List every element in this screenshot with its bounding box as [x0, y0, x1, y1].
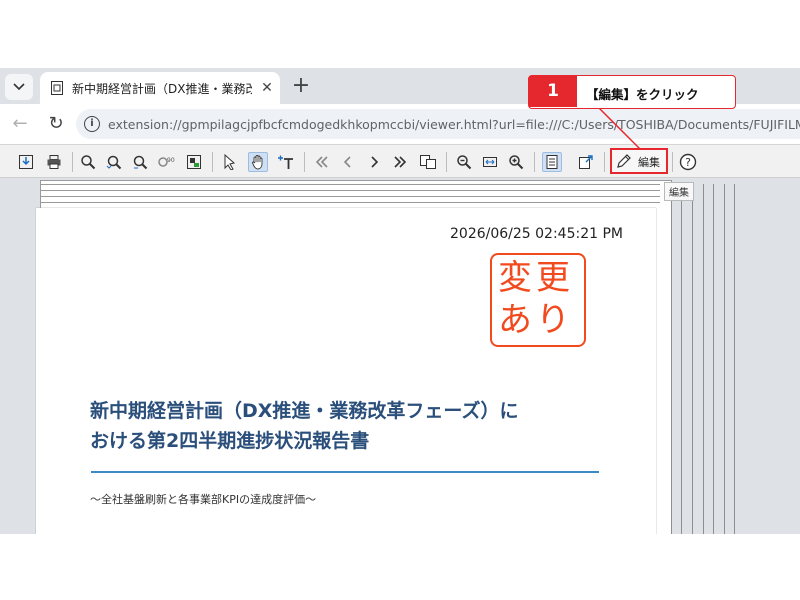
magnifier-icon[interactable]	[78, 152, 98, 172]
page-stack-edge	[40, 184, 660, 185]
chevron-down-icon	[13, 83, 25, 91]
zoom-area-icon[interactable]	[130, 152, 150, 172]
page-stack-edge	[713, 184, 714, 534]
toolbar-divider	[72, 152, 73, 172]
callout-step-number: 1	[529, 76, 577, 107]
document-subtitle: ～全社基盤刷新と各事業部KPIの達成度評価～	[90, 493, 317, 506]
page-stack-edge	[40, 190, 660, 191]
snapshot-icon[interactable]	[184, 152, 204, 172]
edit-button[interactable]: 編集	[610, 148, 668, 174]
stamp-text: 変更あり	[498, 258, 574, 340]
address-bar[interactable]: i extension://gpmpilagcjpfbcfcmdogedkhko…	[76, 109, 800, 139]
page-view-icon[interactable]	[418, 152, 438, 172]
tab-search-button[interactable]	[5, 74, 33, 100]
page-stack-edge	[40, 202, 660, 203]
callout-text: 【編集】をクリック	[586, 87, 699, 102]
svg-text:?: ?	[685, 156, 691, 169]
url-text: extension://gpmpilagcjpfbcfcmdogedkhkopm…	[108, 117, 800, 132]
next-page-icon[interactable]	[364, 152, 384, 172]
last-page-icon[interactable]	[390, 152, 410, 172]
instruction-callout: 1 【編集】をクリック	[528, 75, 736, 109]
edit-tooltip: 編集	[664, 182, 694, 201]
viewer-toolbar: 90 編集 ?	[0, 144, 800, 178]
toolbar-divider	[304, 152, 305, 172]
document-favicon-icon	[51, 81, 63, 95]
browser-window: 新中期経営計画（DX推進・業務改革フ ✕ + ← ↻ i extension:/…	[0, 68, 800, 534]
page-stack-edge	[681, 184, 682, 534]
page-stack-edge	[40, 196, 660, 197]
toolbar-divider	[672, 152, 673, 172]
page-stack-edge	[703, 184, 704, 534]
zoom-in-icon[interactable]	[506, 152, 526, 172]
new-tab-button[interactable]: +	[288, 74, 314, 100]
back-arrow-icon[interactable]: ←	[8, 112, 32, 136]
zoom-rotate-icon[interactable]	[104, 152, 124, 172]
page-stack-edge	[692, 184, 693, 534]
pdf-page: 2026/06/25 02:45:21 PM 変更あり 新中期経営計画（DX推進…	[36, 208, 656, 534]
first-page-icon[interactable]	[312, 152, 332, 172]
tab-close-icon[interactable]: ✕	[257, 78, 277, 98]
toolbar-divider	[604, 152, 605, 172]
toolbar-divider	[212, 152, 213, 172]
page-stack-edge	[734, 184, 735, 534]
tab-active[interactable]: 新中期経営計画（DX推進・業務改革フ ✕	[40, 72, 280, 104]
edit-button-label: 編集	[638, 156, 660, 169]
page-stack-edge	[724, 184, 725, 534]
fit-width-icon[interactable]	[480, 152, 500, 172]
rotate-90-icon[interactable]: 90	[156, 152, 176, 172]
hand-tool-icon[interactable]	[248, 152, 268, 172]
page-stack-edge	[671, 184, 672, 534]
document-title: 新中期経営計画（DX推進・業務改革フェーズ）に おける第2四半期進捗状況報告書	[90, 396, 610, 456]
toolbar-divider	[534, 152, 535, 172]
toolbar-divider	[446, 152, 447, 172]
single-page-icon[interactable]	[542, 152, 562, 172]
select-pointer-icon[interactable]	[220, 152, 240, 172]
document-area[interactable]: 2026/06/25 02:45:21 PM 変更あり 新中期経営計画（DX推進…	[0, 178, 800, 534]
print-icon[interactable]	[44, 152, 64, 172]
pencil-icon	[617, 154, 631, 168]
zoom-out-icon[interactable]	[454, 152, 474, 172]
download-icon[interactable]	[16, 152, 36, 172]
changed-stamp: 変更あり	[490, 253, 586, 347]
previous-page-icon[interactable]	[338, 152, 358, 172]
svg-text:90: 90	[167, 157, 175, 164]
export-icon[interactable]	[576, 152, 596, 172]
document-title-line-2: おける第2四半期進捗状況報告書	[90, 430, 370, 452]
tab-title: 新中期経営計画（DX推進・業務改革フ	[72, 82, 252, 96]
navigation-bar: ← ↻ i extension://gpmpilagcjpfbcfcmdoged…	[0, 104, 800, 144]
title-divider	[91, 471, 599, 473]
document-title-line-1: 新中期経営計画（DX推進・業務改革フェーズ）に	[90, 400, 519, 422]
add-text-icon[interactable]	[276, 152, 296, 172]
reload-icon[interactable]: ↻	[44, 112, 68, 136]
document-timestamp: 2026/06/25 02:45:21 PM	[450, 226, 623, 242]
site-info-icon[interactable]: i	[84, 116, 100, 132]
help-icon[interactable]: ?	[678, 152, 698, 172]
